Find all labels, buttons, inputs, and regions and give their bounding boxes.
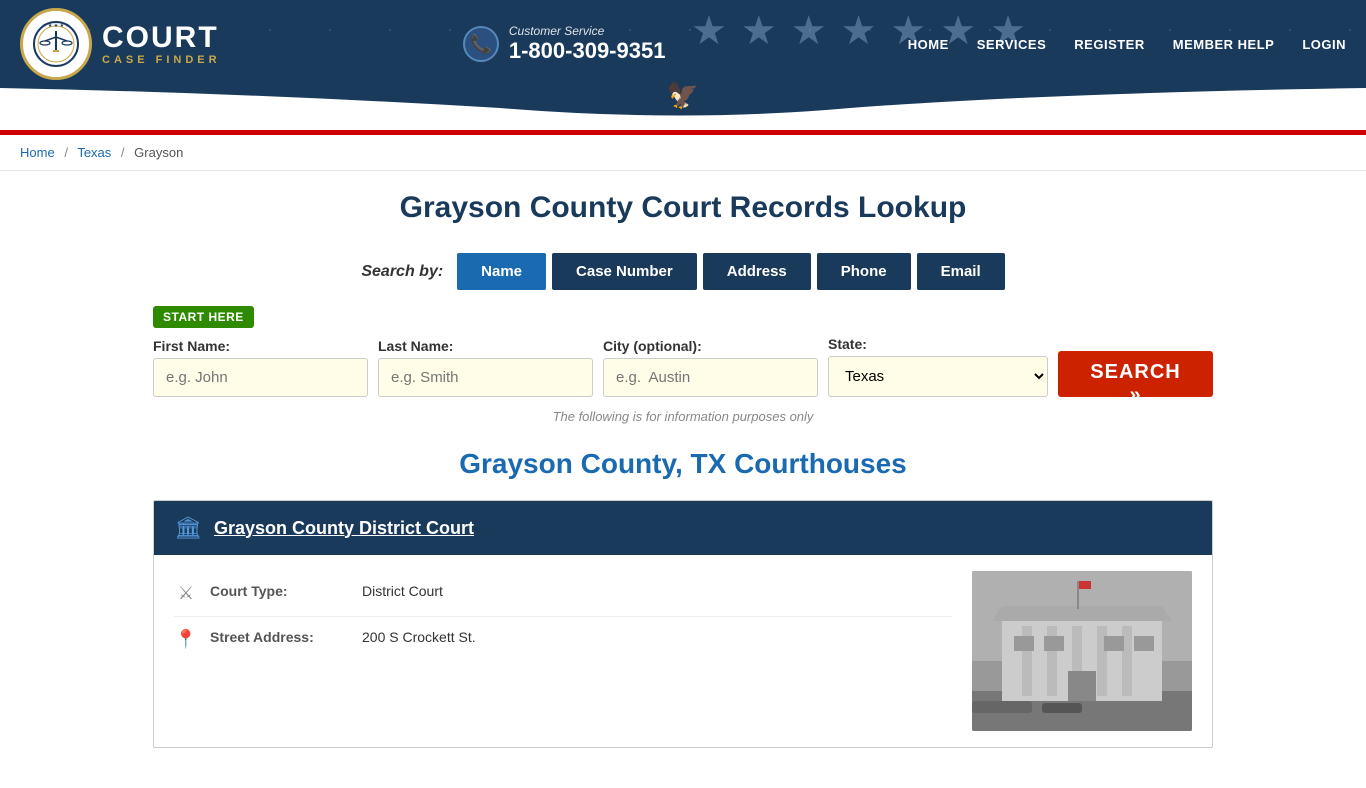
- logo-text: COURT CASE FINDER: [102, 23, 221, 66]
- nav-home[interactable]: HOME: [908, 37, 949, 52]
- last-name-input[interactable]: [378, 358, 593, 397]
- breadcrumb-sep-2: /: [121, 145, 125, 160]
- city-label: City (optional):: [603, 338, 818, 354]
- nav-member-help[interactable]: MEMBER HELP: [1173, 37, 1275, 52]
- eagle-banner: ★ ★ ★ 🦅 ★ ★ ★: [601, 80, 765, 111]
- courthouse-photo-svg: [972, 571, 1192, 731]
- last-name-label: Last Name:: [378, 338, 593, 354]
- state-select[interactable]: Texas Alabama Alaska Arizona Arkansas Ca…: [828, 356, 1048, 397]
- tab-phone[interactable]: Phone: [817, 253, 911, 290]
- courthouse-body: ⚔ Court Type: District Court 📍 Street Ad…: [154, 555, 1212, 747]
- detail-row-court-type: ⚔ Court Type: District Court: [174, 571, 952, 617]
- search-button[interactable]: SEARCH »: [1058, 351, 1213, 397]
- logo-circle: ★ ★ ★ ★ ★: [20, 8, 92, 80]
- first-name-input[interactable]: [153, 358, 368, 397]
- search-form-row: First Name: Last Name: City (optional): …: [153, 336, 1213, 397]
- eagle-icon: 🦅: [667, 80, 699, 111]
- nav-login[interactable]: LOGIN: [1302, 37, 1346, 52]
- address-icon: 📍: [174, 629, 198, 650]
- address-value: 200 S Crockett St.: [362, 629, 476, 645]
- courthouse-header: 🏛 Grayson County District Court: [154, 501, 1212, 555]
- logo-case-finder: CASE FINDER: [102, 55, 221, 66]
- banner-wave: ★ ★ ★ 🦅 ★ ★ ★: [0, 88, 1366, 130]
- eagle-stars-left: ★ ★ ★: [601, 89, 657, 102]
- courthouses-title: Grayson County, TX Courthouses: [153, 448, 1213, 480]
- last-name-group: Last Name:: [378, 338, 593, 397]
- breadcrumb-county: Grayson: [134, 145, 183, 160]
- tab-email[interactable]: Email: [917, 253, 1005, 290]
- phone-icon: 📞: [463, 26, 499, 62]
- courthouse-details: ⚔ Court Type: District Court 📍 Street Ad…: [174, 571, 952, 731]
- tab-case-number[interactable]: Case Number: [552, 253, 697, 290]
- address-label: Street Address:: [210, 629, 350, 645]
- tab-address[interactable]: Address: [703, 253, 811, 290]
- phone-info: Customer Service 1-800-309-9351: [509, 24, 666, 64]
- search-by-label: Search by:: [361, 263, 443, 281]
- main-nav: HOME SERVICES REGISTER MEMBER HELP LOGIN: [908, 37, 1346, 52]
- logo-area: ★ ★ ★ ★ ★ COURT CASE FINDER: [20, 8, 221, 80]
- tab-name[interactable]: Name: [457, 253, 546, 290]
- nav-register[interactable]: REGISTER: [1074, 37, 1144, 52]
- page-title: Grayson County Court Records Lookup: [153, 191, 1213, 225]
- customer-service-label: Customer Service: [509, 24, 666, 38]
- court-type-icon: ⚔: [174, 583, 198, 604]
- courthouse-card: 🏛 Grayson County District Court ⚔ Court …: [153, 500, 1213, 748]
- breadcrumb: Home / Texas / Grayson: [0, 135, 1366, 171]
- search-form-area: START HERE First Name: Last Name: City (…: [153, 306, 1213, 397]
- site-header: ★ ★ ★ ★ ★ ★ ★ ★ ★ ★ ★ ★ COURT C: [0, 0, 1366, 88]
- state-group: State: Texas Alabama Alaska Arizona Arka…: [828, 336, 1048, 397]
- nav-services[interactable]: SERVICES: [977, 37, 1047, 52]
- breadcrumb-home[interactable]: Home: [20, 145, 55, 160]
- court-type-label: Court Type:: [210, 583, 350, 599]
- courthouse-icon: 🏛: [174, 515, 202, 541]
- start-here-badge: START HERE: [153, 306, 254, 328]
- main-content: Grayson County Court Records Lookup Sear…: [133, 171, 1233, 788]
- courthouse-image: [972, 571, 1192, 731]
- courthouse-name-link[interactable]: Grayson County District Court: [214, 518, 474, 539]
- state-label: State:: [828, 336, 1048, 352]
- court-type-value: District Court: [362, 583, 443, 599]
- info-note: The following is for information purpose…: [153, 409, 1213, 424]
- logo-svg: ★ ★ ★ ★ ★: [31, 19, 81, 69]
- breadcrumb-sep-1: /: [64, 145, 68, 160]
- breadcrumb-state[interactable]: Texas: [77, 145, 111, 160]
- city-input[interactable]: [603, 358, 818, 397]
- eagle-stars-right: ★ ★ ★: [709, 89, 765, 102]
- first-name-label: First Name:: [153, 338, 368, 354]
- phone-number: 1-800-309-9351: [509, 38, 666, 64]
- detail-row-address: 📍 Street Address: 200 S Crockett St.: [174, 617, 952, 662]
- first-name-group: First Name:: [153, 338, 368, 397]
- city-group: City (optional):: [603, 338, 818, 397]
- phone-area: 📞 Customer Service 1-800-309-9351: [463, 24, 666, 64]
- svg-text:★ ★ ★ ★ ★: ★ ★ ★ ★ ★: [42, 23, 70, 29]
- search-by-row: Search by: Name Case Number Address Phon…: [153, 253, 1213, 290]
- logo-court-word: COURT: [102, 23, 221, 53]
